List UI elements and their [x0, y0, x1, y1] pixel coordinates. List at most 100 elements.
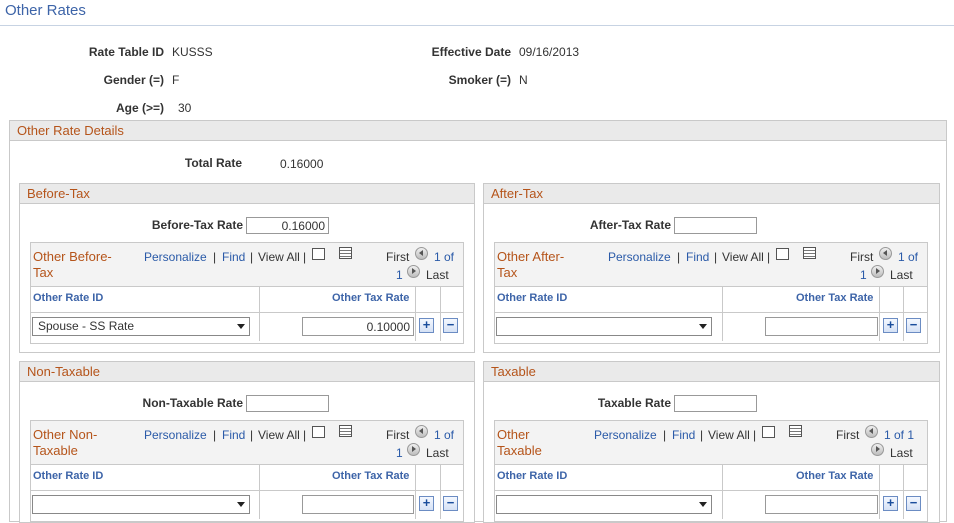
col-other-rate-id: Other Rate ID — [497, 292, 568, 304]
gender-value: F — [172, 73, 180, 87]
taxable-find-link[interactable]: Find — [672, 428, 695, 442]
before-tax-grid-title-line1: Other Before- — [33, 249, 112, 264]
gender-label: Gender (=) — [103, 73, 164, 87]
age-value: 30 — [178, 101, 192, 115]
delete-row-button[interactable]: − — [443, 318, 458, 333]
new-window-icon[interactable] — [776, 248, 789, 260]
previous-arrow-icon[interactable] — [415, 425, 428, 438]
before-tax-grid-title-line2: Tax — [33, 265, 54, 280]
download-grid-icon[interactable] — [803, 247, 816, 259]
taxable-personalize-link[interactable]: Personalize — [594, 428, 657, 442]
col-other-tax-rate: Other Tax Rate — [796, 470, 874, 482]
download-grid-icon[interactable] — [789, 425, 802, 437]
non-taxable-personalize-link[interactable]: Personalize — [144, 428, 207, 442]
first-label: First — [386, 250, 410, 264]
effective-date-label: Effective Date — [431, 45, 511, 59]
previous-arrow-icon[interactable] — [415, 247, 428, 260]
after-tax-view-all-link[interactable]: View All — [722, 250, 764, 264]
chevron-down-icon — [237, 324, 245, 329]
last-label: Last — [890, 268, 913, 282]
total-rate-label: Total Rate — [184, 156, 242, 170]
nav-separator: | — [250, 428, 254, 442]
nav-separator: | — [663, 428, 667, 442]
effective-date-value: 09/16/2013 — [519, 45, 580, 59]
smoker-label: Smoker (=) — [448, 73, 511, 87]
row-count: 1 of — [434, 428, 455, 442]
non-taxable-grid-title-line2: Taxable — [33, 443, 78, 458]
before-tax-other-rate-id-select[interactable]: Spouse - SS Rate — [32, 317, 250, 336]
non-taxable-view-all-link[interactable]: View All — [258, 428, 300, 442]
before-tax-rate-label: Before-Tax Rate — [151, 218, 243, 232]
nav-separator: | — [303, 428, 307, 442]
after-tax-rate-input[interactable] — [674, 217, 757, 234]
before-tax-rate-input[interactable] — [246, 217, 329, 234]
taxable-other-rate-id-select[interactable] — [496, 495, 712, 514]
smoker-value: N — [519, 73, 528, 87]
before-tax-title: Before-Tax — [20, 184, 474, 204]
non-taxable-other-rate-id-select[interactable] — [32, 495, 250, 514]
col-other-tax-rate: Other Tax Rate — [332, 292, 410, 304]
after-tax-personalize-link[interactable]: Personalize — [608, 250, 671, 264]
next-arrow-icon[interactable] — [407, 443, 420, 456]
next-arrow-icon[interactable] — [871, 443, 884, 456]
add-row-button[interactable]: + — [883, 496, 898, 511]
add-row-button[interactable]: + — [883, 318, 898, 333]
non-taxable-rate-input[interactable] — [246, 395, 329, 412]
previous-arrow-icon[interactable] — [879, 247, 892, 260]
next-arrow-icon[interactable] — [871, 265, 884, 278]
title-divider — [0, 25, 954, 26]
taxable-other-tax-rate-input[interactable] — [765, 495, 878, 514]
after-tax-grid-title-line2: Tax — [497, 265, 518, 280]
non-taxable-other-tax-rate-input[interactable] — [302, 495, 414, 514]
after-tax-other-tax-rate-input[interactable] — [765, 317, 878, 336]
nav-separator: | — [700, 428, 704, 442]
taxable-rate-input[interactable] — [674, 395, 757, 412]
chevron-down-icon — [699, 502, 707, 507]
non-taxable-find-link[interactable]: Find — [222, 428, 245, 442]
nav-separator: | — [753, 428, 757, 442]
last-label: Last — [890, 446, 913, 460]
nav-separator: | — [714, 250, 718, 264]
first-label: First — [850, 250, 874, 264]
after-tax-grid-title-line1: Other After- — [497, 249, 565, 264]
non-taxable-rate-label: Non-Taxable Rate — [142, 396, 243, 410]
previous-arrow-icon[interactable] — [865, 425, 878, 438]
after-tax-find-link[interactable]: Find — [686, 250, 709, 264]
col-other-rate-id: Other Rate ID — [497, 470, 568, 482]
new-window-icon[interactable] — [762, 426, 775, 438]
taxable-view-all-link[interactable]: View All — [708, 428, 750, 442]
nav-separator: | — [303, 250, 307, 264]
total-rate-value: 0.16000 — [280, 157, 324, 171]
col-other-rate-id: Other Rate ID — [33, 292, 104, 304]
col-other-tax-rate: Other Tax Rate — [796, 292, 874, 304]
age-label: Age (>=) — [115, 101, 164, 115]
nav-separator: | — [767, 250, 771, 264]
before-tax-personalize-link[interactable]: Personalize — [144, 250, 207, 264]
nav-separator: | — [213, 428, 217, 442]
col-other-rate-id: Other Rate ID — [33, 470, 104, 482]
before-tax-find-link[interactable]: Find — [222, 250, 245, 264]
before-tax-other-tax-rate-input[interactable] — [302, 317, 414, 336]
non-taxable-grid-title-line1: Other Non- — [33, 427, 98, 442]
nav-separator: | — [250, 250, 254, 264]
download-grid-icon[interactable] — [339, 425, 352, 437]
nav-separator: | — [677, 250, 681, 264]
after-tax-other-rate-id-select[interactable] — [496, 317, 712, 336]
next-arrow-icon[interactable] — [407, 265, 420, 278]
delete-row-button[interactable]: − — [906, 496, 921, 511]
delete-row-button[interactable]: − — [443, 496, 458, 511]
taxable-grid-title-line1: Other — [497, 427, 530, 442]
row-count: 1 of — [434, 250, 455, 264]
delete-row-button[interactable]: − — [906, 318, 921, 333]
taxable-grid-title-line2: Taxable — [497, 443, 542, 458]
add-row-button[interactable]: + — [419, 496, 434, 511]
add-row-button[interactable]: + — [419, 318, 434, 333]
taxable-title: Taxable — [484, 362, 939, 382]
chevron-down-icon — [237, 502, 245, 507]
new-window-icon[interactable] — [312, 426, 325, 438]
new-window-icon[interactable] — [312, 248, 325, 260]
before-tax-view-all-link[interactable]: View All — [258, 250, 300, 264]
chevron-down-icon — [699, 324, 707, 329]
rate-table-id-value: KUSSS — [172, 45, 213, 59]
download-grid-icon[interactable] — [339, 247, 352, 259]
